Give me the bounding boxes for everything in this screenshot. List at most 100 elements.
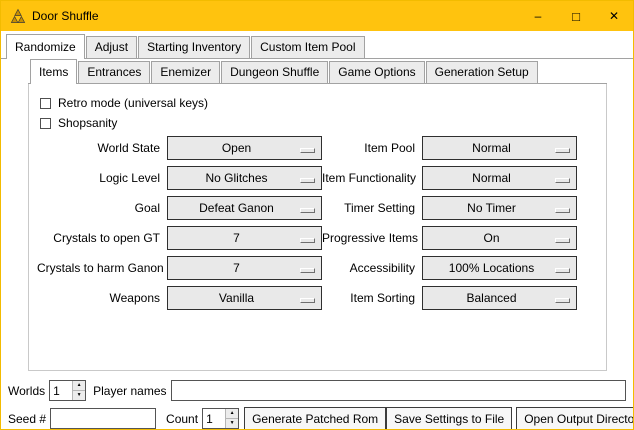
open-output-directory-button[interactable]: Open Output Directory — [516, 407, 634, 430]
player-names-label: Player names — [93, 384, 166, 398]
dropdown-value: Defeat Ganon — [199, 201, 290, 215]
option-row: Weapons Vanilla Item Sorting Balanced — [37, 286, 606, 310]
progressive-items-dropdown[interactable]: On — [422, 226, 577, 250]
seed-label: Seed # — [8, 412, 46, 426]
worlds-label: Worlds — [8, 384, 45, 398]
titlebar[interactable]: Door Shuffle – □ ✕ — [1, 1, 633, 31]
option-row: Logic Level No Glitches Item Functionali… — [37, 166, 606, 190]
shopsanity-label: Shopsanity — [58, 116, 117, 130]
dropdown-value: 7 — [233, 261, 256, 275]
spin-down-icon[interactable]: ▼ — [226, 419, 238, 428]
randomize-notebook: Items Entrances Enemizer Dungeon Shuffle… — [28, 59, 607, 371]
dropdown-value: Normal — [472, 141, 527, 155]
dropdown-indicator-icon — [300, 178, 315, 183]
dropdown-indicator-icon — [555, 238, 570, 243]
tab-custom-item-pool[interactable]: Custom Item Pool — [251, 36, 364, 58]
dropdown-value: Normal — [472, 171, 527, 185]
maximize-button[interactable]: □ — [557, 1, 595, 31]
item-pool-dropdown[interactable]: Normal — [422, 136, 577, 160]
world-state-dropdown[interactable]: Open — [167, 136, 322, 160]
count-spinner-buttons: ▲ ▼ — [225, 409, 238, 428]
count-spinner[interactable]: ▲ ▼ — [202, 408, 239, 429]
primary-tab-bar: Randomize Adjust Starting Inventory Cust… — [1, 34, 633, 59]
app-icon — [10, 8, 26, 24]
dropdown-indicator-icon — [555, 178, 570, 183]
crystals-gt-dropdown[interactable]: 7 — [167, 226, 322, 250]
logic-level-label: Logic Level — [37, 171, 167, 185]
item-sorting-dropdown[interactable]: Balanced — [422, 286, 577, 310]
retro-mode-checkbox[interactable] — [40, 98, 51, 109]
weapons-dropdown[interactable]: Vanilla — [167, 286, 322, 310]
count-label: Count — [166, 412, 198, 426]
dropdown-value: No Timer — [467, 201, 532, 215]
tab-enemizer[interactable]: Enemizer — [151, 61, 220, 83]
timer-setting-label: Timer Setting — [322, 201, 422, 215]
count-input[interactable] — [203, 409, 225, 428]
crystals-ganon-dropdown[interactable]: 7 — [167, 256, 322, 280]
tab-adjust[interactable]: Adjust — [86, 36, 137, 58]
tab-starting-inventory[interactable]: Starting Inventory — [138, 36, 250, 58]
save-settings-button[interactable]: Save Settings to File — [386, 407, 512, 430]
items-tab-panel: Retro mode (universal keys) Shopsanity W… — [28, 84, 607, 371]
worlds-input[interactable] — [50, 381, 72, 400]
dropdown-value: Balanced — [466, 291, 532, 305]
world-state-label: World State — [37, 141, 167, 155]
close-button[interactable]: ✕ — [595, 1, 633, 31]
item-functionality-label: Item Functionality — [322, 171, 422, 185]
tab-dungeon-shuffle[interactable]: Dungeon Shuffle — [221, 61, 328, 83]
seed-row: Seed # Count ▲ ▼ Generate Patched Rom Sa… — [8, 407, 626, 430]
dropdown-indicator-icon — [300, 298, 315, 303]
dropdown-value: 7 — [233, 231, 256, 245]
crystals-ganon-label: Crystals to harm Ganon — [37, 261, 167, 275]
dropdown-value: 100% Locations — [449, 261, 550, 275]
worlds-row: Worlds ▲ ▼ Player names — [8, 380, 626, 401]
window-controls: – □ ✕ — [519, 1, 633, 31]
option-row: Crystals to harm Ganon 7 Accessibility 1… — [37, 256, 606, 280]
generate-patched-rom-button[interactable]: Generate Patched Rom — [244, 407, 386, 430]
tab-entrances[interactable]: Entrances — [78, 61, 150, 83]
dropdown-indicator-icon — [300, 238, 315, 243]
goal-label: Goal — [37, 201, 167, 215]
minimize-button[interactable]: – — [519, 1, 557, 31]
tab-randomize[interactable]: Randomize — [6, 34, 85, 59]
dropdown-indicator-icon — [300, 148, 315, 153]
tab-items[interactable]: Items — [30, 59, 77, 84]
shopsanity-checkbox[interactable] — [40, 118, 51, 129]
dropdown-indicator-icon — [555, 298, 570, 303]
goal-dropdown[interactable]: Defeat Ganon — [167, 196, 322, 220]
seed-input[interactable] — [50, 408, 156, 429]
worlds-spinner-buttons: ▲ ▼ — [72, 381, 85, 400]
player-names-input[interactable] — [171, 380, 627, 401]
dropdown-indicator-icon — [300, 208, 315, 213]
dropdown-indicator-icon — [555, 148, 570, 153]
dropdown-value: Vanilla — [219, 291, 270, 305]
weapons-label: Weapons — [37, 291, 167, 305]
option-row: World State Open Item Pool Normal — [37, 136, 606, 160]
worlds-spinner[interactable]: ▲ ▼ — [49, 380, 86, 401]
progressive-items-label: Progressive Items — [322, 231, 422, 245]
retro-mode-row: Retro mode (universal keys) — [40, 96, 606, 110]
item-sorting-label: Item Sorting — [322, 291, 422, 305]
logic-level-dropdown[interactable]: No Glitches — [167, 166, 322, 190]
timer-setting-dropdown[interactable]: No Timer — [422, 196, 577, 220]
retro-mode-label: Retro mode (universal keys) — [58, 96, 208, 110]
option-row: Crystals to open GT 7 Progressive Items … — [37, 226, 606, 250]
spin-down-icon[interactable]: ▼ — [73, 391, 85, 400]
spin-up-icon[interactable]: ▲ — [73, 381, 85, 391]
spin-up-icon[interactable]: ▲ — [226, 409, 238, 419]
dropdown-indicator-icon — [555, 268, 570, 273]
accessibility-label: Accessibility — [322, 261, 422, 275]
window-title: Door Shuffle — [32, 9, 99, 23]
door-shuffle-window: Door Shuffle – □ ✕ Randomize Adjust Star… — [0, 0, 634, 430]
dropdown-indicator-icon — [555, 208, 570, 213]
dropdown-value: Open — [222, 141, 267, 155]
accessibility-dropdown[interactable]: 100% Locations — [422, 256, 577, 280]
bottom-controls: Worlds ▲ ▼ Player names Seed # Count ▲ ▼ — [1, 380, 633, 430]
shopsanity-row: Shopsanity — [40, 116, 606, 130]
tab-generation-setup[interactable]: Generation Setup — [426, 61, 538, 83]
option-row: Goal Defeat Ganon Timer Setting No Timer — [37, 196, 606, 220]
item-functionality-dropdown[interactable]: Normal — [422, 166, 577, 190]
tab-game-options[interactable]: Game Options — [329, 61, 424, 83]
dropdown-value: No Glitches — [205, 171, 283, 185]
item-pool-label: Item Pool — [322, 141, 422, 155]
